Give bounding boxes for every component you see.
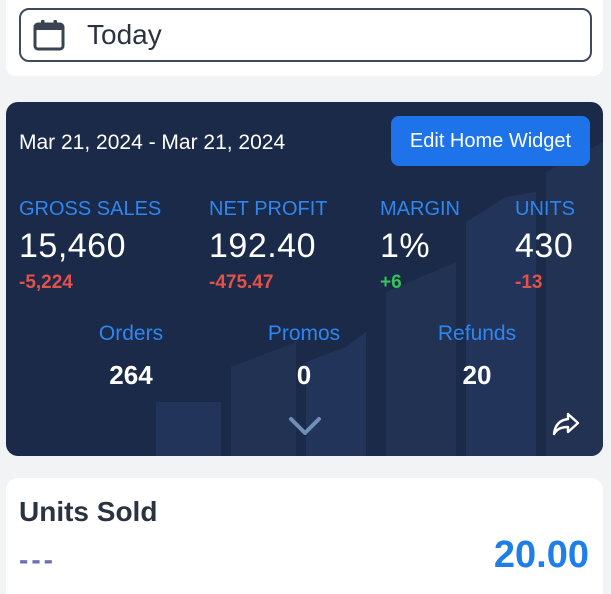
sub-metric-label: Promos [267, 322, 341, 345]
stats-widget: Mar 21, 2024 - Mar 21, 2024 Edit Home Wi… [6, 102, 603, 456]
sub-metric-label: Refunds [437, 322, 517, 345]
edit-home-widget-button[interactable]: Edit Home Widget [391, 116, 590, 166]
units-sold-indicator: --- [19, 544, 56, 575]
sub-metric-value: 264 [109, 360, 153, 390]
widget-date-range: Mar 21, 2024 - Mar 21, 2024 [19, 131, 286, 154]
metric-value: 15,460 [19, 227, 126, 265]
sub-metric-value: 0 [296, 360, 312, 390]
metric-value: 192.40 [209, 227, 316, 265]
date-select-label: Today [87, 19, 162, 50]
metric-delta: -5,224 [19, 272, 73, 293]
metric-gross-sales: GROSS SALES 15,460 -5,224 [19, 198, 161, 294]
metric-units: UNITS 430 -13 [515, 198, 575, 294]
metric-label: GROSS SALES [19, 198, 162, 220]
sub-metric-label: Orders [98, 322, 164, 345]
metric-delta: +6 [380, 272, 402, 293]
sub-metric-value: 20 [462, 360, 492, 390]
share-icon[interactable] [551, 410, 581, 438]
metric-label: NET PROFIT [209, 198, 328, 220]
sub-metric-promos: Promos 0 [234, 322, 374, 391]
metric-label: MARGIN [380, 198, 460, 220]
metric-value: 1% [380, 227, 431, 265]
chevron-down-icon[interactable] [287, 414, 323, 438]
calendar-icon [31, 17, 67, 53]
sub-metric-refunds: Refunds 20 [407, 322, 547, 391]
units-sold-value: 20.00 [493, 534, 589, 576]
metric-value: 430 [515, 227, 574, 265]
metric-label: UNITS [515, 198, 575, 220]
metric-net-profit: NET PROFIT 192.40 -475.47 [209, 198, 328, 294]
date-selector-card: Today [6, 0, 603, 76]
metric-margin: MARGIN 1% +6 [380, 198, 460, 294]
metric-delta: -13 [515, 272, 543, 293]
sub-metric-orders: Orders 264 [61, 322, 201, 391]
units-sold-title: Units Sold [19, 496, 158, 527]
date-range-select[interactable]: Today [19, 8, 592, 62]
metric-delta: -475.47 [209, 272, 274, 293]
units-sold-card[interactable]: Units Sold --- 20.00 [6, 478, 603, 594]
